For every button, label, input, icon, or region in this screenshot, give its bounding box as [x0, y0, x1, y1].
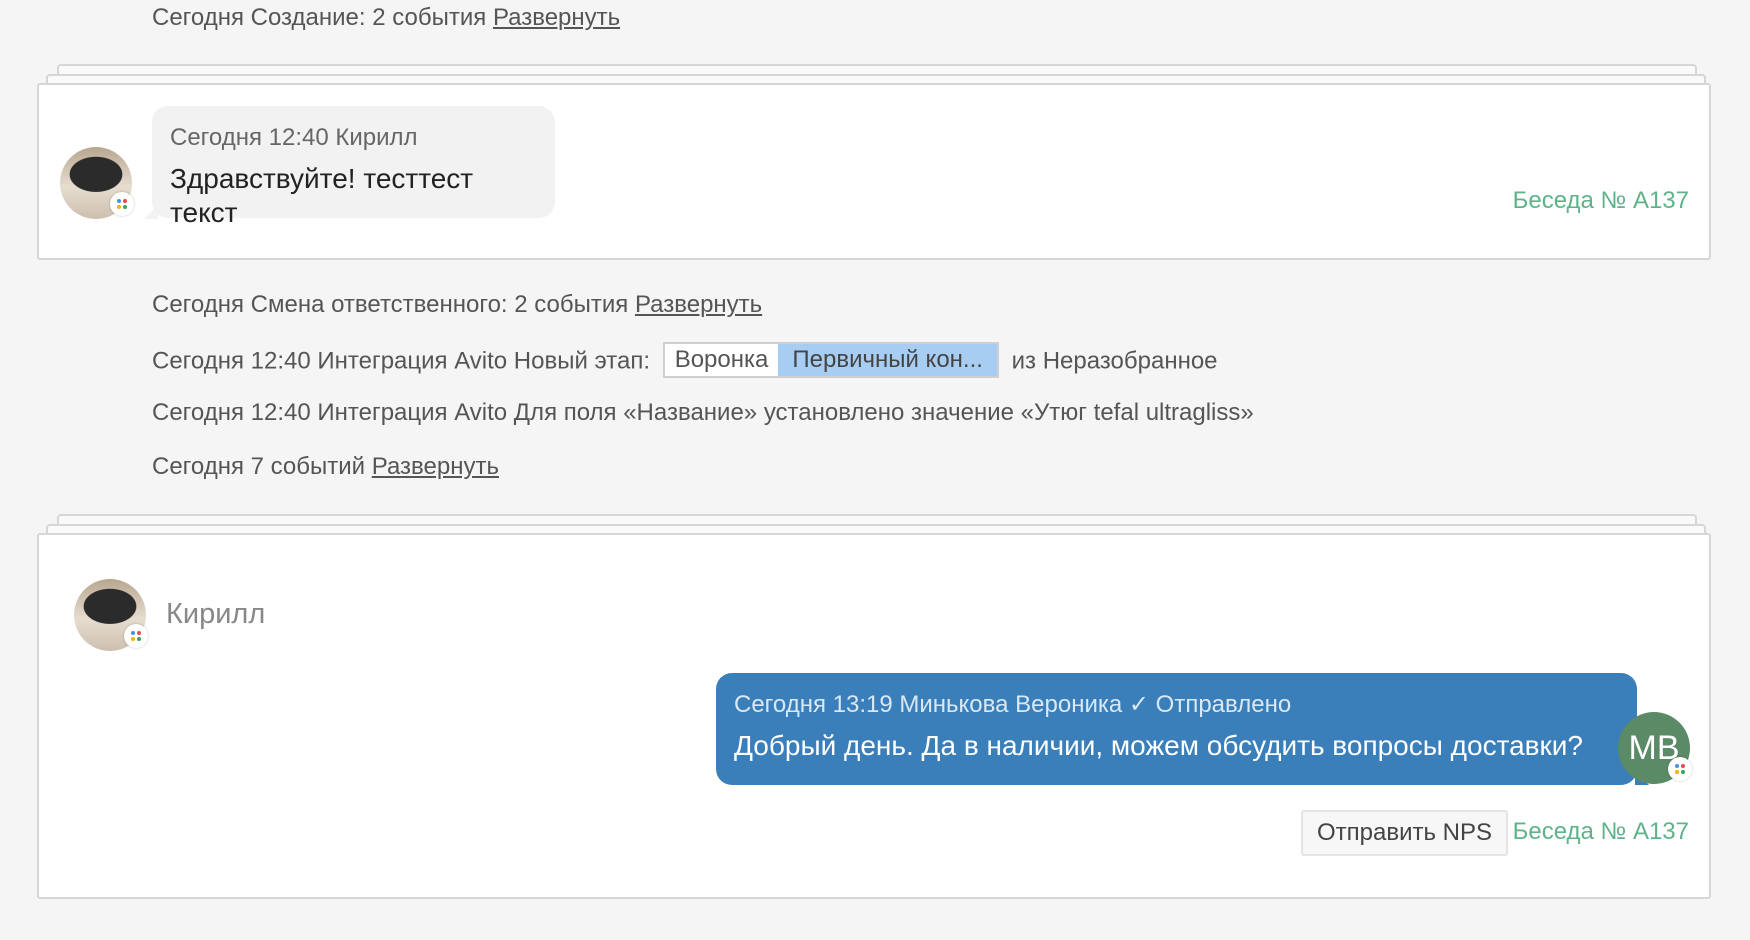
event-field-text: Сегодня 12:40 Интеграция Avito Для поля …	[152, 399, 1254, 426]
event-responsible-text: Сегодня Смена ответственного: 2 события	[152, 291, 629, 318]
send-nps-button[interactable]: Отправить NPS	[1301, 810, 1509, 856]
message-card-incoming: Сегодня 12:40 Кирилл Здравствуйте! тестт…	[37, 83, 1711, 260]
channel-badge-icon	[110, 192, 134, 216]
event-responsible-change: Сегодня Смена ответственного: 2 события …	[152, 290, 762, 320]
message-text: Здравствуйте! тесттест текст	[170, 163, 474, 228]
event-creation-text: Сегодня Создание: 2 события	[152, 4, 487, 31]
incoming-message-bubble: Сегодня 12:40 Кирилл Здравствуйте! тестт…	[152, 106, 555, 228]
expand-link[interactable]: Развернуть	[635, 291, 762, 318]
message-text: Добрый день. Да в наличии, можем обсудит…	[734, 730, 1583, 761]
message-card-outgoing: Кирилл Сегодня 13:19 Минькова Вероника ✓…	[37, 533, 1711, 899]
event-creation: Сегодня Создание: 2 события Развернуть	[152, 3, 620, 33]
conversation-link[interactable]: Беседа № А137	[1513, 187, 1689, 215]
conversation-link[interactable]: Беседа № А137	[1513, 818, 1689, 846]
event-stage-suffix: из Неразобранное	[1011, 347, 1218, 375]
message-meta: Сегодня 12:40 Кирилл	[170, 124, 418, 151]
channel-badge-icon	[1668, 757, 1692, 781]
expand-link[interactable]: Развернуть	[372, 453, 499, 480]
pipeline-stage-tag[interactable]: Воронка Первичный кон...	[662, 342, 999, 378]
outgoing-message-bubble: Сегодня 13:19 Минькова Вероника ✓ Отправ…	[716, 673, 1637, 785]
stage-name: Первичный кон...	[778, 344, 997, 376]
message-meta: Сегодня 13:19 Минькова Вероника ✓ Отправ…	[734, 691, 1292, 718]
contact-name[interactable]: Кирилл	[166, 598, 265, 631]
expand-link[interactable]: Развернуть	[493, 4, 620, 31]
event-seven-text: Сегодня 7 событий	[152, 453, 366, 480]
event-seven: Сегодня 7 событий Развернуть	[152, 452, 499, 482]
pipeline-name: Воронка	[664, 344, 779, 376]
event-field-change: Сегодня 12:40 Интеграция Avito Для поля …	[152, 398, 1254, 428]
event-stage-change: Сегодня 12:40 Интеграция Avito Новый эта…	[152, 342, 1218, 380]
event-stage-prefix: Сегодня 12:40 Интеграция Avito Новый эта…	[152, 347, 651, 375]
channel-badge-icon	[124, 624, 148, 648]
